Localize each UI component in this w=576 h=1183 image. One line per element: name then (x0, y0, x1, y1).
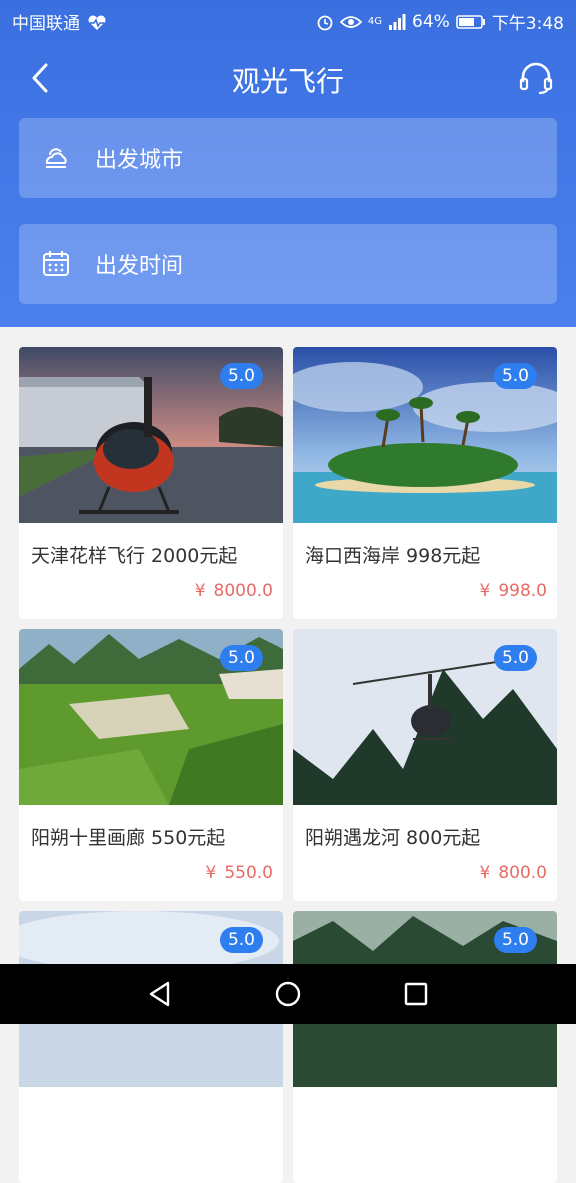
system-nav-bar (0, 964, 576, 1024)
currency-symbol: ¥ (205, 863, 217, 883)
network-label: 4G (367, 16, 383, 27)
departure-time-label: 出发时间 (95, 254, 184, 279)
carrier: 中国联通 (12, 14, 80, 34)
calendar-icon (43, 251, 69, 276)
product-card[interactable]: 5.0 阳朔遇龙河 800元起 ¥800.0 (293, 629, 557, 901)
headset-icon[interactable] (518, 60, 554, 96)
product-card[interactable]: 5.0 (293, 911, 557, 1183)
heartbeat-icon (88, 15, 106, 30)
nav-back-icon[interactable] (146, 980, 174, 1008)
page-title: 观光飞行 (231, 65, 344, 98)
currency-symbol: ¥ (479, 581, 491, 601)
rating-badge: 5.0 (219, 927, 263, 953)
header: 中国联通 4G 64% 下午3:48 观光飞行 出发城市 出发时间 (0, 0, 576, 327)
departure-time-field[interactable]: 出发时间 (19, 224, 557, 304)
currency-symbol: ¥ (194, 581, 206, 601)
departure-city-field[interactable]: 出发城市 (19, 118, 557, 198)
battery-percent: 64% (412, 11, 450, 32)
rating-badge: 5.0 (493, 927, 537, 953)
price-value: 998.0 (498, 581, 547, 601)
nav-recent-icon[interactable] (402, 980, 430, 1008)
product-card[interactable]: 5.0 (19, 911, 283, 1183)
product-price: ¥8000.0 (195, 581, 273, 601)
currency-symbol: ¥ (479, 863, 491, 883)
departure-city-label: 出发城市 (95, 148, 184, 173)
nav-home-icon[interactable] (274, 980, 302, 1008)
product-name: 阳朔遇龙河 800元起 (305, 827, 481, 849)
signal-icon (389, 13, 406, 30)
eye-icon (339, 15, 362, 28)
product-price: ¥550.0 (206, 863, 274, 883)
product-name: 天津花样飞行 2000元起 (31, 545, 238, 567)
price-value: 8000.0 (213, 581, 273, 601)
rating-badge: 5.0 (219, 645, 263, 671)
product-name: 海口西海岸 998元起 (305, 545, 481, 567)
product-card[interactable]: 5.0 天津花样飞行 2000元起 ¥8000.0 (19, 347, 283, 619)
price-value: 550.0 (224, 863, 273, 883)
cloud-sun-icon (45, 148, 67, 168)
product-price: ¥998.0 (480, 581, 548, 601)
price-value: 800.0 (498, 863, 547, 883)
product-card[interactable]: 5.0 阳朔十里画廊 550元起 ¥550.0 (19, 629, 283, 901)
top-nav: 观光飞行 (0, 38, 576, 118)
product-card[interactable]: 5.0 海口西海岸 998元起 ¥998.0 (293, 347, 557, 619)
rating-badge: 5.0 (493, 363, 537, 389)
clock: 下午3:48 (491, 14, 564, 34)
product-price: ¥800.0 (480, 863, 548, 883)
product-name: 阳朔十里画廊 550元起 (31, 827, 226, 849)
rating-badge: 5.0 (493, 645, 537, 671)
rating-badge: 5.0 (219, 363, 263, 389)
battery-icon (456, 14, 485, 29)
status-left: 中国联通 (12, 9, 107, 34)
status-bar: 中国联通 4G 64% 下午3:48 (0, 0, 576, 38)
status-right: 4G 64% 下午3:48 (316, 9, 564, 34)
alarm-icon (317, 15, 333, 30)
